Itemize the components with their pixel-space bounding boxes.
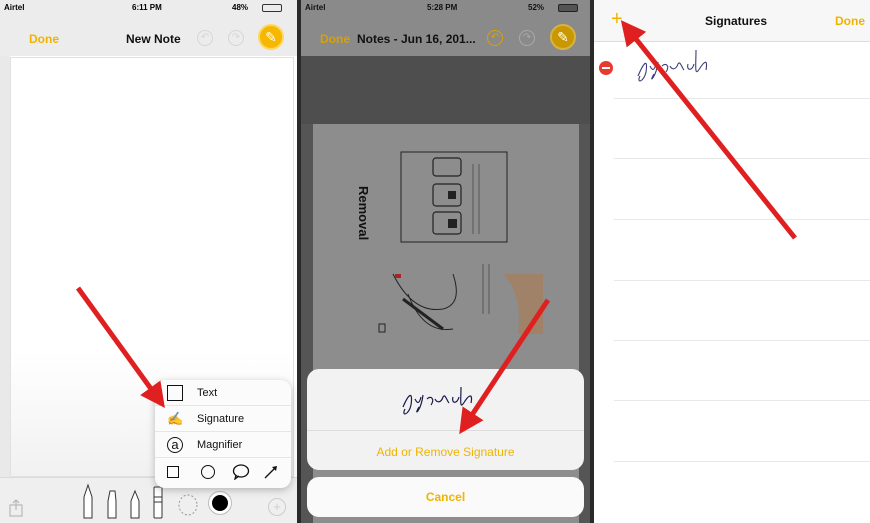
canvas-margin xyxy=(0,56,10,477)
page-title: Signatures xyxy=(705,14,768,28)
done-button[interactable]: Done xyxy=(320,32,350,46)
add-remove-signature-button[interactable]: Add or Remove Signature xyxy=(307,445,584,459)
shape-row xyxy=(155,458,291,488)
circle-shape-icon[interactable] xyxy=(201,465,215,479)
saved-signature-option[interactable] xyxy=(307,369,584,431)
battery-percent: 48% xyxy=(232,3,249,12)
status-time: 6:11 PM xyxy=(132,3,162,12)
arrow-shape-icon[interactable] xyxy=(263,464,279,480)
menu-item-signature[interactable]: ✍ Signature xyxy=(155,406,291,432)
redo-icon[interactable]: ↷ xyxy=(519,30,535,46)
eraser-tool-icon[interactable] xyxy=(151,485,165,519)
panel-signatures: + Signatures Done xyxy=(594,0,870,523)
carrier-label: Airtel xyxy=(4,3,25,12)
cancel-sheet: Cancel xyxy=(307,477,584,517)
undo-icon[interactable]: ↶ xyxy=(197,30,213,46)
list-separator xyxy=(614,400,870,401)
speech-bubble-shape-icon[interactable] xyxy=(232,464,250,480)
list-separator xyxy=(614,280,870,281)
menu-item-label: Text xyxy=(197,387,218,399)
pen-tool-icon[interactable] xyxy=(80,483,96,519)
document-heading: Removal xyxy=(356,186,371,241)
text-box-icon xyxy=(167,385,183,401)
list-separator xyxy=(614,219,870,220)
redo-icon[interactable]: ↷ xyxy=(228,30,244,46)
markup-pen-icon[interactable]: ✎ xyxy=(550,24,576,50)
list-separator xyxy=(614,158,870,159)
color-picker[interactable] xyxy=(209,492,231,514)
square-shape-icon[interactable] xyxy=(167,466,179,478)
markup-add-menu: Text ✍ Signature a Magnifier xyxy=(155,380,291,488)
magnifier-icon: a xyxy=(167,437,183,453)
battery-percent: 52% xyxy=(528,3,545,12)
status-bar: Airtel 5:28 PM 52% xyxy=(301,0,590,16)
markup-pen-icon[interactable]: ✎ xyxy=(258,24,284,50)
signature-icon: ✍ xyxy=(167,411,184,426)
carrier-label: Airtel xyxy=(305,3,326,12)
list-separator xyxy=(614,461,870,462)
status-time: 5:28 PM xyxy=(427,3,458,12)
menu-item-label: Signature xyxy=(197,413,245,425)
page-title: Notes - Jun 16, 201... xyxy=(357,32,476,46)
status-bar: Airtel 6:11 PM 48% xyxy=(0,0,297,16)
page-title: New Note xyxy=(126,32,181,46)
panel-pdf-markup: Airtel 5:28 PM 52% Done Notes - Jun 16, … xyxy=(301,0,590,523)
panel-new-note: Airtel 6:11 PM 48% Done New Note ↶ ↷ ✎ +… xyxy=(0,0,297,523)
done-button[interactable]: Done xyxy=(835,14,865,28)
done-button[interactable]: Done xyxy=(29,32,59,46)
share-icon[interactable] xyxy=(9,499,23,517)
menu-item-label: Magnifier xyxy=(197,439,243,451)
battery-icon xyxy=(558,4,578,12)
add-signature-button[interactable]: + xyxy=(611,8,623,31)
battery-icon xyxy=(262,4,282,12)
menu-item-text[interactable]: Text xyxy=(155,380,291,406)
signature-list-item[interactable] xyxy=(634,44,714,86)
pencil-tool-icon[interactable] xyxy=(127,489,143,519)
list-separator xyxy=(614,98,870,99)
signature-action-sheet: Add or Remove Signature xyxy=(307,369,584,470)
lasso-tool-icon[interactable] xyxy=(177,493,199,519)
list-separator xyxy=(614,340,870,341)
add-shape-icon[interactable]: + xyxy=(268,498,286,516)
delete-signature-icon[interactable] xyxy=(599,61,613,75)
marker-tool-icon[interactable] xyxy=(104,489,120,519)
nav-bar: Done Notes - Jun 16, 201... ↶ ↷ ✎ xyxy=(301,16,590,56)
cancel-button[interactable]: Cancel xyxy=(307,490,584,504)
nav-bar: + Signatures Done xyxy=(594,0,870,42)
saved-signature-image xyxy=(402,386,473,415)
undo-icon[interactable]: ↶ xyxy=(487,30,503,46)
document-gutter xyxy=(301,56,590,124)
nav-bar: Done New Note ↶ ↷ ✎ xyxy=(0,16,297,56)
menu-item-magnifier[interactable]: a Magnifier xyxy=(155,432,291,458)
